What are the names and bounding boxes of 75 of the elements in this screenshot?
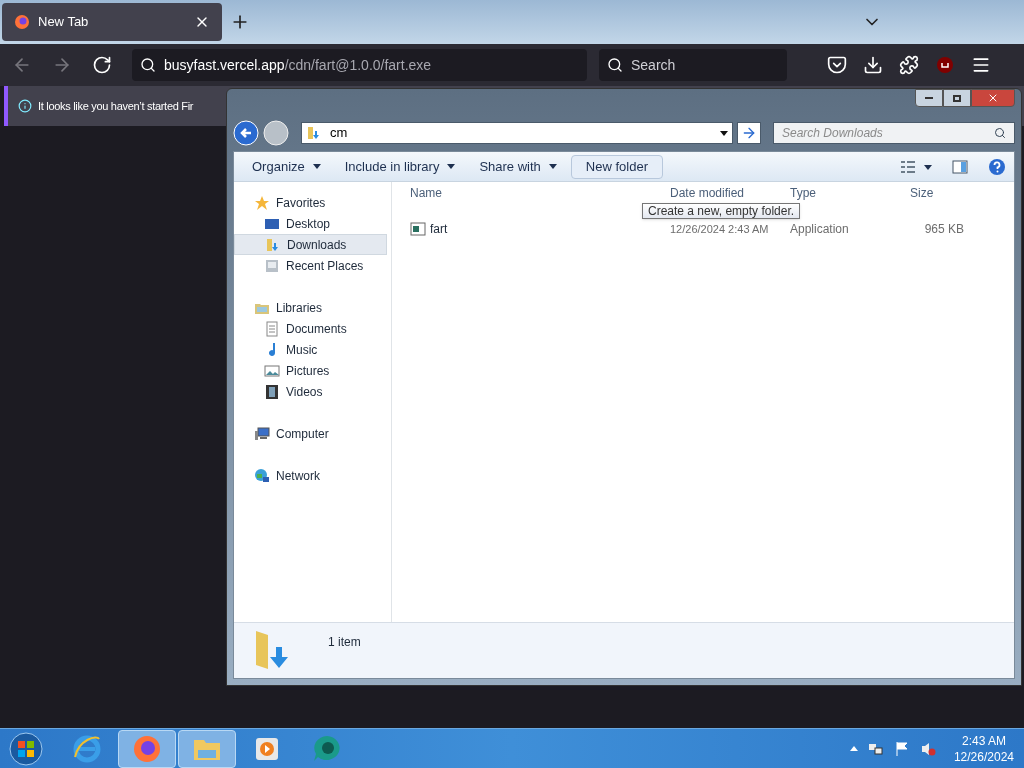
file-name: fart: [430, 221, 448, 238]
picture-icon: [264, 362, 280, 379]
help-icon[interactable]: [988, 157, 1006, 176]
tooltip: Create a new, empty folder.: [642, 203, 801, 219]
new-folder-button[interactable]: New folder: [570, 154, 663, 179]
preview-pane-icon[interactable]: [952, 158, 968, 175]
address-text: cm: [330, 124, 349, 143]
caret-icon: [447, 164, 456, 169]
url-field[interactable]: busyfast.vercel.app/cdn/fart@1.0.0/fart.exe: [132, 49, 587, 81]
search-icon: [994, 127, 1006, 139]
column-header[interactable]: Size: [892, 184, 934, 202]
view-icon[interactable]: [900, 158, 932, 175]
globe-icon: [254, 467, 270, 484]
nav-item[interactable]: Videos: [234, 381, 387, 402]
computer-icon: [254, 425, 270, 442]
toolbar-menu[interactable]: Include in library: [334, 154, 466, 179]
pocket-icon[interactable]: [827, 55, 847, 75]
file-type: Application: [789, 221, 850, 238]
close-icon: [987, 92, 999, 104]
music-note-icon: [268, 341, 276, 357]
nav-item[interactable]: Documents: [234, 318, 387, 339]
nav-item[interactable]: Recent Places: [234, 255, 387, 276]
search-placeholder: Search Downloads: [782, 125, 884, 142]
up-arrow-icon[interactable]: [849, 744, 858, 753]
search-field[interactable]: Search: [599, 49, 787, 81]
notification-text: It looks like you haven’t started Fir: [38, 98, 194, 114]
puzzle-icon[interactable]: [899, 55, 919, 75]
maximize-button[interactable]: [943, 89, 971, 107]
menu-icon[interactable]: [971, 55, 991, 75]
nav-group[interactable]: Computer: [234, 423, 391, 444]
caret-icon: [548, 164, 557, 169]
file-date: 12/26/2024 2:43 AM: [670, 221, 769, 237]
download-icon[interactable]: [863, 55, 883, 75]
flag-icon[interactable]: [893, 740, 910, 757]
film-icon: [264, 383, 280, 400]
document-icon: [264, 320, 280, 337]
minimize-button[interactable]: [915, 89, 943, 107]
nav-group[interactable]: Favorites: [234, 192, 391, 213]
toolbar-menu[interactable]: Share with: [469, 154, 567, 179]
column-header[interactable]: Date modified: [652, 184, 772, 202]
column-header[interactable]: Type: [772, 184, 892, 202]
tab-title: New Tab: [38, 13, 90, 32]
shield-icon[interactable]: [935, 55, 955, 75]
clock[interactable]: 2:43 AM 12/26/2024: [953, 732, 1014, 765]
item-count: 1 item: [328, 634, 361, 651]
info-icon: [18, 99, 32, 113]
caret-icon: [312, 164, 321, 169]
column-header[interactable]: Name: [392, 184, 652, 202]
recent-icon: [264, 257, 280, 274]
nav-item[interactable]: Downloads: [234, 234, 387, 255]
back-icon[interactable]: [233, 120, 259, 146]
go-button[interactable]: [737, 122, 761, 144]
search-icon: [140, 57, 156, 73]
search-placeholder: Search: [631, 55, 676, 75]
folder-icon: [265, 236, 281, 253]
folder-icon: [306, 125, 322, 141]
speaker-muted-icon[interactable]: [919, 740, 936, 757]
dropdown-icon[interactable]: [720, 129, 728, 137]
star-icon: [254, 194, 270, 211]
fox-globe-icon: [14, 14, 30, 30]
application-icon: [410, 221, 426, 237]
url-text: busyfast.vercel.app/cdn/fart@1.0.0/fart.exe: [164, 55, 432, 75]
search-icon: [607, 57, 623, 73]
nav-group[interactable]: Network: [234, 465, 391, 486]
reload-icon[interactable]: [92, 55, 112, 75]
nav-item[interactable]: Desktop: [234, 213, 387, 234]
nav-group[interactable]: Libraries: [234, 297, 391, 318]
toolbar-menu[interactable]: Organize: [242, 154, 331, 179]
forward-icon[interactable]: [263, 120, 289, 146]
nav-item[interactable]: Pictures: [234, 360, 387, 381]
nav-item[interactable]: Music: [234, 339, 387, 360]
address-field[interactable]: cm: [301, 122, 733, 144]
browser-tab[interactable]: New Tab: [2, 3, 222, 41]
start-button[interactable]: [8, 730, 44, 767]
file-size: 965 KB: [923, 221, 964, 238]
